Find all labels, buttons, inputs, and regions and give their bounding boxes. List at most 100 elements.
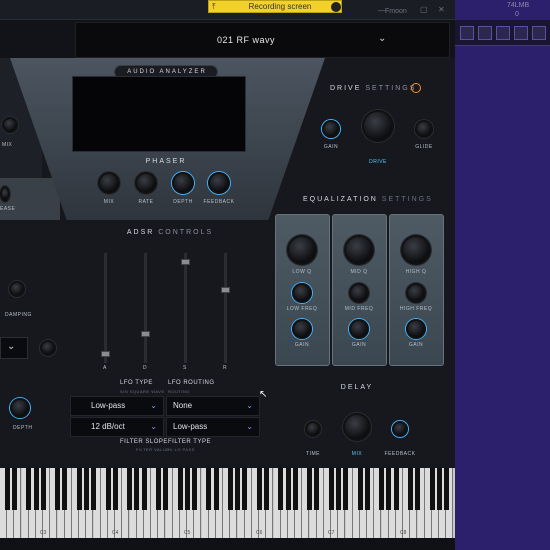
black-key[interactable] [112, 468, 118, 510]
black-key[interactable] [163, 468, 169, 510]
black-key[interactable] [33, 468, 39, 510]
drive-glide-knob[interactable] [415, 120, 433, 138]
lfo-type-sub: SIN SQUARE WAVE [120, 389, 165, 394]
drive-knob[interactable] [362, 110, 394, 142]
low-gain-knob[interactable] [292, 319, 312, 339]
black-key[interactable] [264, 468, 269, 510]
recording-banner[interactable]: ⤒ Recording screen [208, 0, 342, 13]
delay-feedback-knob[interactable] [392, 421, 408, 437]
mix-knob-left[interactable] [2, 117, 18, 133]
delay-time-knob[interactable] [305, 421, 321, 437]
delay-feedback-label: FEEDBACK [384, 451, 416, 457]
filter-slope-sub: FILTER VALUE [136, 447, 170, 452]
black-key[interactable] [444, 468, 449, 510]
black-key[interactable] [314, 468, 320, 510]
lfo-type-select[interactable]: Low-pass ⌄ [70, 396, 164, 416]
black-key[interactable] [408, 468, 413, 510]
damping-knob[interactable] [9, 281, 25, 297]
phaser-mix-knob[interactable] [98, 172, 120, 194]
black-key[interactable] [192, 468, 197, 510]
left-small-knob[interactable] [40, 340, 56, 356]
chevron-down-icon[interactable]: ⌄ [378, 33, 386, 44]
black-key[interactable] [26, 468, 32, 510]
black-key[interactable] [206, 468, 212, 510]
release-fader[interactable] [221, 287, 230, 293]
black-key[interactable] [134, 468, 140, 510]
drive-gain-knob[interactable] [322, 120, 340, 138]
left-dropdown[interactable]: ⌄ [0, 337, 28, 359]
upload-icon[interactable]: ⤒ [212, 2, 216, 12]
phaser-feedback-knob[interactable] [208, 172, 230, 194]
phaser-depth-knob[interactable] [172, 172, 194, 194]
preset-selector[interactable]: 021 RF wavy ⌄ [75, 22, 450, 58]
attack-fader[interactable] [101, 351, 110, 357]
black-key[interactable] [415, 468, 421, 510]
eq-band-mid: MID Q MID FREQ GAIN [332, 214, 387, 366]
maximize-icon[interactable]: ▢ [420, 5, 428, 14]
black-key[interactable] [62, 468, 68, 510]
sustain-fader[interactable] [181, 259, 190, 265]
black-key[interactable] [55, 468, 61, 510]
black-key[interactable] [4, 468, 10, 510]
note-label: C7 [328, 530, 335, 536]
lfo-routing-select[interactable]: None ⌄ [166, 396, 260, 416]
black-key[interactable] [40, 468, 46, 510]
low-freq-knob[interactable] [292, 283, 312, 303]
black-key[interactable] [393, 468, 399, 510]
stop-recording-icon[interactable] [331, 2, 341, 12]
release-knob[interactable] [0, 186, 10, 202]
black-key[interactable] [429, 468, 435, 510]
person-icon[interactable] [532, 26, 546, 40]
black-key[interactable] [307, 468, 313, 510]
high-q-knob[interactable] [401, 235, 431, 265]
release-fader-track [224, 253, 227, 363]
black-key[interactable] [213, 468, 219, 510]
black-key[interactable] [285, 468, 291, 510]
black-key[interactable] [127, 468, 133, 510]
decay-fader[interactable] [141, 331, 150, 337]
mid-q-knob[interactable] [344, 235, 374, 265]
depth-knob-left[interactable] [10, 398, 30, 418]
high-gain-knob[interactable] [406, 319, 426, 339]
black-key[interactable] [242, 468, 248, 510]
black-key[interactable] [177, 468, 183, 510]
filter-slope-select[interactable]: 12 dB/oct ⌄ [70, 417, 164, 437]
black-key[interactable] [436, 468, 442, 510]
filter-type-select[interactable]: Low-pass ⌄ [166, 417, 260, 437]
filter-slope-label: FILTER SLOPE [120, 439, 168, 445]
high-freq-knob[interactable] [406, 283, 426, 303]
black-key[interactable] [357, 468, 363, 510]
black-key[interactable] [328, 468, 334, 510]
black-key[interactable] [84, 468, 89, 510]
plugin-icon[interactable] [496, 26, 510, 40]
mid-freq-knob[interactable] [349, 283, 369, 303]
black-key[interactable] [256, 468, 262, 510]
mixer-icon[interactable] [460, 26, 474, 40]
delay-mix-knob[interactable] [343, 413, 371, 441]
black-key[interactable] [379, 468, 385, 510]
low-q-knob[interactable] [287, 235, 317, 265]
black-key[interactable] [235, 468, 241, 510]
black-key[interactable] [278, 468, 284, 510]
mid-gain-knob[interactable] [349, 319, 369, 339]
black-key[interactable] [76, 468, 82, 510]
power-icon[interactable] [411, 83, 421, 93]
black-key[interactable] [156, 468, 161, 510]
black-key[interactable] [105, 468, 111, 510]
black-key[interactable] [91, 468, 97, 510]
black-key[interactable] [228, 468, 233, 510]
close-icon[interactable]: ✕ [438, 5, 445, 14]
black-key[interactable] [336, 468, 341, 510]
black-key[interactable] [292, 468, 298, 510]
black-key[interactable] [364, 468, 370, 510]
daw-toolbar [455, 20, 550, 46]
routing-icon[interactable] [478, 26, 492, 40]
black-key[interactable] [184, 468, 190, 510]
brush-icon[interactable] [514, 26, 528, 40]
black-key[interactable] [141, 468, 147, 510]
black-key[interactable] [343, 468, 349, 510]
minimize-icon[interactable]: — [378, 6, 386, 15]
black-key[interactable] [12, 468, 17, 510]
black-key[interactable] [386, 468, 392, 510]
phaser-rate-knob[interactable] [135, 172, 157, 194]
